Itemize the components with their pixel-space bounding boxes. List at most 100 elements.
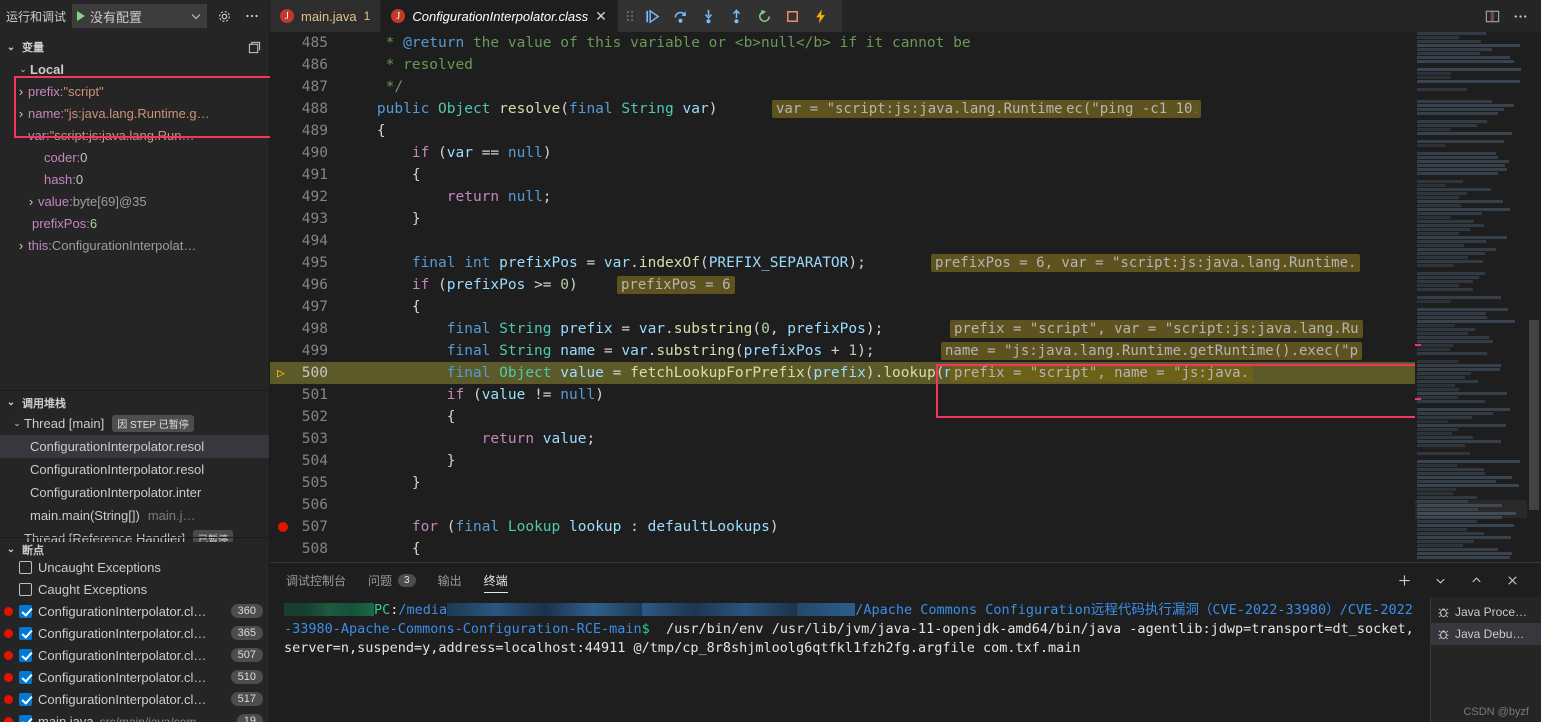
- close-icon[interactable]: ✕: [595, 9, 607, 23]
- split-pane-icon[interactable]: [243, 36, 265, 58]
- variable-row[interactable]: › this: ConfigurationInterpolat…: [0, 234, 269, 256]
- code-line[interactable]: 490 if (var == null): [270, 142, 1541, 164]
- breakpoint-checkbox[interactable]: [19, 604, 32, 618]
- editor-tab[interactable]: main.java 1: [270, 0, 382, 32]
- variable-row[interactable]: › value: byte[69]@35: [0, 190, 269, 212]
- breakpoint-checkbox[interactable]: [19, 582, 32, 596]
- code-line[interactable]: ▷ 500 final Object value = fetchLookupFor…: [270, 362, 1541, 384]
- close-panel-icon[interactable]: [1499, 567, 1525, 593]
- line-gutter[interactable]: 497: [270, 299, 342, 315]
- line-gutter[interactable]: 506: [270, 497, 342, 513]
- code-line[interactable]: 503 return value;: [270, 428, 1541, 450]
- line-gutter[interactable]: 496: [270, 277, 342, 293]
- breakpoint-checkbox[interactable]: [19, 692, 32, 706]
- breakpoint-row[interactable]: Caught Exceptions: [0, 578, 269, 600]
- line-gutter[interactable]: 492: [270, 189, 342, 205]
- code-line[interactable]: 508 {: [270, 538, 1541, 560]
- editor-tab[interactable]: ConfigurationInterpolator.class ✕: [381, 0, 618, 32]
- code-line[interactable]: 485 * @return the value of this variable…: [270, 32, 1541, 54]
- ellipsis-icon[interactable]: [241, 5, 263, 27]
- play-icon[interactable]: [77, 11, 86, 21]
- step-into-icon[interactable]: [696, 3, 722, 29]
- terminal-list-item[interactable]: Java Proce…: [1431, 601, 1541, 623]
- chevron-down-icon[interactable]: [190, 10, 202, 22]
- variables-section-header[interactable]: ⌄ 变量: [0, 36, 269, 58]
- breakpoint-row[interactable]: main.java src/main/java/com… 19: [0, 710, 269, 722]
- line-gutter[interactable]: 502: [270, 409, 342, 425]
- editor-scrollbar[interactable]: [1527, 32, 1541, 562]
- line-gutter[interactable]: 507: [270, 519, 342, 535]
- terminal-list-item[interactable]: Java Debu…: [1431, 623, 1541, 645]
- line-gutter[interactable]: 488: [270, 101, 342, 117]
- drag-grip-icon[interactable]: [626, 8, 634, 24]
- panel-tab[interactable]: 终端: [483, 563, 508, 597]
- callstack-thread[interactable]: ⌄ Thread [main] 因 STEP 已暂停: [0, 412, 269, 435]
- code-line[interactable]: 497 {: [270, 296, 1541, 318]
- hot-reload-icon[interactable]: [808, 3, 834, 29]
- code-line[interactable]: 494: [270, 230, 1541, 252]
- line-gutter[interactable]: 508: [270, 541, 342, 557]
- editor-minimap[interactable]: [1415, 32, 1527, 562]
- line-gutter[interactable]: 498: [270, 321, 342, 337]
- stop-icon[interactable]: [780, 3, 806, 29]
- code-line[interactable]: 487 */: [270, 76, 1541, 98]
- stack-frame-row[interactable]: main.main(String[]) main.j…: [0, 504, 269, 527]
- code-line[interactable]: 486 * resolved: [270, 54, 1541, 76]
- chevron-down-icon[interactable]: [1427, 567, 1453, 593]
- breakpoint-checkbox[interactable]: [19, 648, 32, 662]
- chevron-right-icon[interactable]: ›: [14, 84, 28, 99]
- line-gutter[interactable]: 499: [270, 343, 342, 359]
- gear-icon[interactable]: [213, 5, 235, 27]
- stack-frame-row[interactable]: ConfigurationInterpolator.resol: [0, 458, 269, 481]
- code-line[interactable]: 502 {: [270, 406, 1541, 428]
- line-gutter[interactable]: ▷ 500: [270, 365, 342, 381]
- stack-frame-row[interactable]: ConfigurationInterpolator.inter: [0, 481, 269, 504]
- variable-row[interactable]: › prefix: "script": [0, 80, 269, 102]
- variable-row[interactable]: › name: "js:java.lang.Runtime.g…: [0, 102, 269, 124]
- code-editor[interactable]: 485 * @return the value of this variable…: [270, 32, 1541, 562]
- split-editor-icon[interactable]: [1479, 3, 1505, 29]
- step-out-icon[interactable]: [724, 3, 750, 29]
- minimap-slider[interactable]: [1415, 500, 1527, 518]
- breakpoint-checkbox[interactable]: [19, 626, 32, 640]
- code-line[interactable]: 505 }: [270, 472, 1541, 494]
- ellipsis-icon[interactable]: [1507, 3, 1533, 29]
- stack-frame-row[interactable]: ConfigurationInterpolator.resol: [0, 435, 269, 458]
- editor-scrollbar-thumb[interactable]: [1529, 320, 1539, 510]
- terminal-output[interactable]: PC:/media/Apache Commons Configuration远程…: [270, 597, 1430, 722]
- breakpoint-checkbox[interactable]: [19, 714, 32, 722]
- line-gutter[interactable]: 485: [270, 35, 342, 51]
- code-line[interactable]: 496 if (prefixPos >= 0): [270, 274, 1541, 296]
- breakpoint-checkbox[interactable]: [19, 560, 32, 574]
- panel-tab[interactable]: 输出: [438, 563, 462, 597]
- breakpoint-row[interactable]: ConfigurationInterpolator.cl… 510: [0, 666, 269, 688]
- code-line[interactable]: 504 }: [270, 450, 1541, 472]
- breakpoint-row[interactable]: ConfigurationInterpolator.cl… 507: [0, 644, 269, 666]
- line-gutter[interactable]: 494: [270, 233, 342, 249]
- line-gutter[interactable]: 503: [270, 431, 342, 447]
- chevron-right-icon[interactable]: ›: [14, 106, 28, 121]
- code-line[interactable]: 492 return null;: [270, 186, 1541, 208]
- line-gutter[interactable]: 491: [270, 167, 342, 183]
- breakpoint-row[interactable]: ConfigurationInterpolator.cl… 517: [0, 688, 269, 710]
- line-gutter[interactable]: 490: [270, 145, 342, 161]
- variable-row[interactable]: coder: 0: [0, 146, 269, 168]
- code-line[interactable]: 489 {: [270, 120, 1541, 142]
- line-gutter[interactable]: 504: [270, 453, 342, 469]
- add-terminal-icon[interactable]: [1391, 567, 1417, 593]
- variables-scope-local[interactable]: ⌄ Local: [0, 58, 269, 80]
- chevron-right-icon[interactable]: ›: [14, 238, 28, 253]
- variable-row[interactable]: prefixPos: 6: [0, 212, 269, 234]
- code-line[interactable]: 493 }: [270, 208, 1541, 230]
- variable-row[interactable]: hash: 0: [0, 168, 269, 190]
- launch-config-select[interactable]: 没有配置: [72, 4, 207, 28]
- breakpoint-dot-icon[interactable]: [278, 522, 288, 532]
- breakpoint-checkbox[interactable]: [19, 670, 32, 684]
- line-gutter[interactable]: 493: [270, 211, 342, 227]
- panel-tab[interactable]: 问题 3: [368, 563, 416, 597]
- continue-icon[interactable]: [640, 3, 666, 29]
- line-gutter[interactable]: 486: [270, 57, 342, 73]
- line-gutter[interactable]: 489: [270, 123, 342, 139]
- step-over-icon[interactable]: [668, 3, 694, 29]
- line-gutter[interactable]: 505: [270, 475, 342, 491]
